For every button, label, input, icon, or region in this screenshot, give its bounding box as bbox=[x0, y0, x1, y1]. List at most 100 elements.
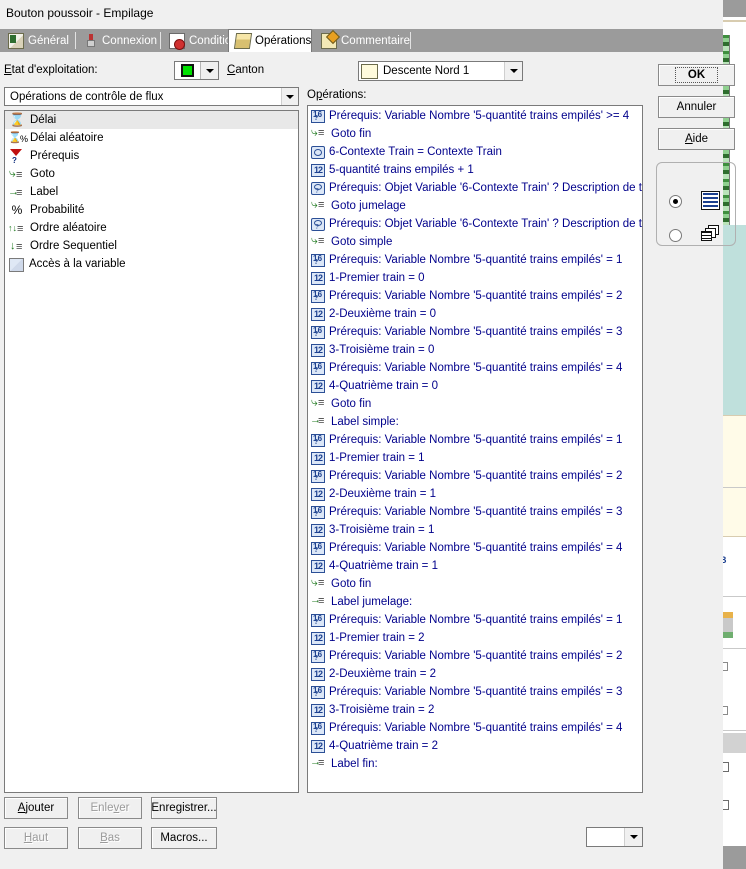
tab-bar: Général Connexion Condition Opérations C… bbox=[0, 29, 723, 52]
operation-row[interactable]: 3-Troisième train = 2 bbox=[308, 701, 642, 719]
number-icon bbox=[311, 344, 325, 357]
background-statusbar bbox=[719, 846, 746, 869]
operation-row[interactable]: Goto jumelage bbox=[308, 197, 642, 215]
operation-row[interactable]: 4-Quatrième train = 0 bbox=[308, 377, 642, 395]
operation-row[interactable]: Prérequis: Variable Nombre '5-quantité t… bbox=[308, 611, 642, 629]
operation-row-label: Prérequis: Variable Nombre '5-quantité t… bbox=[329, 470, 623, 482]
operation-palette-list[interactable]: Délai Délai aléatoire Prérequis Goto Label Pr… bbox=[4, 110, 299, 793]
operation-row-label: Prérequis: Variable Nombre '5-quantité t… bbox=[329, 290, 623, 302]
move-down-button[interactable]: Bas bbox=[78, 827, 142, 849]
operation-family-combo[interactable]: Opérations de contrôle de flux bbox=[4, 87, 299, 106]
operation-row[interactable]: Label jumelage: bbox=[308, 593, 642, 611]
goto-icon bbox=[311, 233, 327, 250]
canton-value: Descente Nord 1 bbox=[383, 65, 470, 77]
operation-row-label: Prérequis: Variable Nombre '5-quantité t… bbox=[329, 686, 623, 698]
operation-row[interactable]: Goto fin bbox=[308, 125, 642, 143]
note-pencil-icon bbox=[321, 32, 337, 49]
operation-row-label: Prérequis: Variable Nombre '5-quantité t… bbox=[329, 506, 623, 518]
palette-item[interactable]: Goto bbox=[5, 165, 298, 183]
prereq-number-icon bbox=[311, 542, 325, 555]
chevron-down-icon[interactable] bbox=[200, 62, 218, 79]
operation-row[interactable]: Prérequis: Variable Nombre '5-quantité t… bbox=[308, 359, 642, 377]
operation-row[interactable]: Prérequis: Variable Nombre '5-quantité t… bbox=[308, 107, 642, 125]
move-up-button[interactable]: Haut bbox=[4, 827, 68, 849]
chevron-down-icon[interactable] bbox=[281, 88, 298, 105]
operation-row[interactable]: Label fin: bbox=[308, 755, 642, 773]
palette-item[interactable]: Délai bbox=[5, 111, 298, 129]
operation-row[interactable]: Prérequis: Variable Nombre '5-quantité t… bbox=[308, 539, 642, 557]
ok-button-label: OK bbox=[674, 67, 719, 83]
palette-item[interactable]: Ordre aléatoire bbox=[5, 219, 298, 237]
operation-row[interactable]: Prérequis: Objet Variable '6-Contexte Tr… bbox=[308, 215, 642, 233]
operation-row[interactable]: Prérequis: Variable Nombre '5-quantité t… bbox=[308, 287, 642, 305]
cancel-button[interactable]: Annuler bbox=[658, 96, 735, 118]
tab-operations[interactable]: Opérations bbox=[228, 29, 312, 52]
label-icon bbox=[310, 756, 327, 772]
operation-row[interactable]: Goto fin bbox=[308, 395, 642, 413]
operation-row[interactable]: Goto fin bbox=[308, 575, 642, 593]
remove-button[interactable]: Enlever bbox=[78, 797, 142, 819]
palette-item[interactable]: Prérequis bbox=[5, 147, 298, 169]
operation-row[interactable]: Label simple: bbox=[308, 413, 642, 431]
operation-row[interactable]: 1-Premier train = 0 bbox=[308, 269, 642, 287]
palette-item[interactable]: Probabilité bbox=[5, 201, 298, 219]
palette-item[interactable]: Accès à la variable bbox=[5, 255, 298, 273]
tile-view-icon[interactable] bbox=[701, 225, 720, 244]
operation-row[interactable]: 1-Premier train = 2 bbox=[308, 629, 642, 647]
tab-connexion[interactable]: Connexion bbox=[78, 29, 161, 52]
properties-dialog: Bouton poussoir - Empilage Général Conne… bbox=[0, 0, 736, 869]
etat-exploitation-combo[interactable] bbox=[174, 61, 219, 80]
radio-list-view[interactable] bbox=[669, 195, 682, 208]
tab-separator bbox=[160, 32, 161, 49]
operation-row[interactable]: 2-Deuxième train = 1 bbox=[308, 485, 642, 503]
operation-row[interactable]: Prérequis: Variable Nombre '5-quantité t… bbox=[308, 647, 642, 665]
palette-item[interactable]: Label bbox=[5, 183, 298, 201]
operation-row[interactable]: 1-Premier train = 1 bbox=[308, 449, 642, 467]
chevron-down-icon[interactable] bbox=[624, 828, 642, 846]
operation-row[interactable]: 2-Deuxième train = 0 bbox=[308, 305, 642, 323]
sequential-order-icon bbox=[9, 238, 25, 255]
operation-row-label: 2-Deuxième train = 0 bbox=[329, 308, 437, 320]
operation-row[interactable]: Prérequis: Variable Nombre '5-quantité t… bbox=[308, 251, 642, 269]
operations-list[interactable]: Prérequis: Variable Nombre '5-quantité t… bbox=[307, 105, 643, 793]
ok-button[interactable]: OK bbox=[658, 64, 735, 86]
operation-row-label: Prérequis: Variable Nombre '5-quantité t… bbox=[329, 326, 623, 338]
list-view-icon[interactable] bbox=[701, 191, 720, 210]
operation-row-label: Goto jumelage bbox=[331, 200, 406, 212]
operations-icon bbox=[233, 33, 253, 49]
add-button[interactable]: Ajouter bbox=[4, 797, 68, 819]
operation-row[interactable]: 2-Deuxième train = 2 bbox=[308, 665, 642, 683]
tab-general[interactable]: Général bbox=[2, 29, 76, 52]
operation-row[interactable]: 4-Quatrième train = 2 bbox=[308, 737, 642, 755]
chevron-down-icon[interactable] bbox=[504, 62, 522, 80]
canton-combo[interactable]: Descente Nord 1 bbox=[358, 61, 523, 81]
operation-row[interactable]: Prérequis: Variable Nombre '5-quantité t… bbox=[308, 467, 642, 485]
operation-row[interactable]: Prérequis: Variable Nombre '5-quantité t… bbox=[308, 719, 642, 737]
operation-row[interactable]: 3-Troisième train = 1 bbox=[308, 521, 642, 539]
operation-row[interactable]: Prérequis: Variable Nombre '5-quantité t… bbox=[308, 683, 642, 701]
operation-row[interactable]: 3-Troisième train = 0 bbox=[308, 341, 642, 359]
help-button[interactable]: Aide bbox=[658, 128, 735, 150]
random-order-icon bbox=[8, 220, 25, 237]
operation-row[interactable]: 4-Quatrième train = 1 bbox=[308, 557, 642, 575]
number-icon bbox=[311, 524, 325, 537]
operation-row[interactable]: 5-quantité trains empilés + 1 bbox=[308, 161, 642, 179]
goto-icon bbox=[311, 575, 327, 592]
record-button[interactable]: Enregistrer... bbox=[151, 797, 217, 819]
macros-button[interactable]: Macros... bbox=[151, 827, 217, 849]
palette-item[interactable]: Ordre Sequentiel bbox=[5, 237, 298, 255]
operation-row[interactable]: Goto simple bbox=[308, 233, 642, 251]
palette-item-label: Délai aléatoire bbox=[30, 132, 104, 144]
operation-row[interactable]: Prérequis: Variable Nombre '5-quantité t… bbox=[308, 503, 642, 521]
background-panel bbox=[719, 415, 746, 537]
bottom-combo[interactable] bbox=[586, 827, 643, 847]
background-divider bbox=[719, 487, 746, 488]
palette-item[interactable]: Délai aléatoire bbox=[5, 129, 298, 147]
operation-row[interactable]: Prérequis: Objet Variable '6-Contexte Tr… bbox=[308, 179, 642, 197]
prereq-number-icon bbox=[311, 686, 325, 699]
operation-row[interactable]: Prérequis: Variable Nombre '5-quantité t… bbox=[308, 431, 642, 449]
tab-commentaire[interactable]: Commentaire bbox=[315, 29, 411, 52]
radio-tile-view[interactable] bbox=[669, 229, 682, 242]
operation-row[interactable]: Prérequis: Variable Nombre '5-quantité t… bbox=[308, 323, 642, 341]
operation-row[interactable]: 6-Contexte Train = Contexte Train bbox=[308, 143, 642, 161]
